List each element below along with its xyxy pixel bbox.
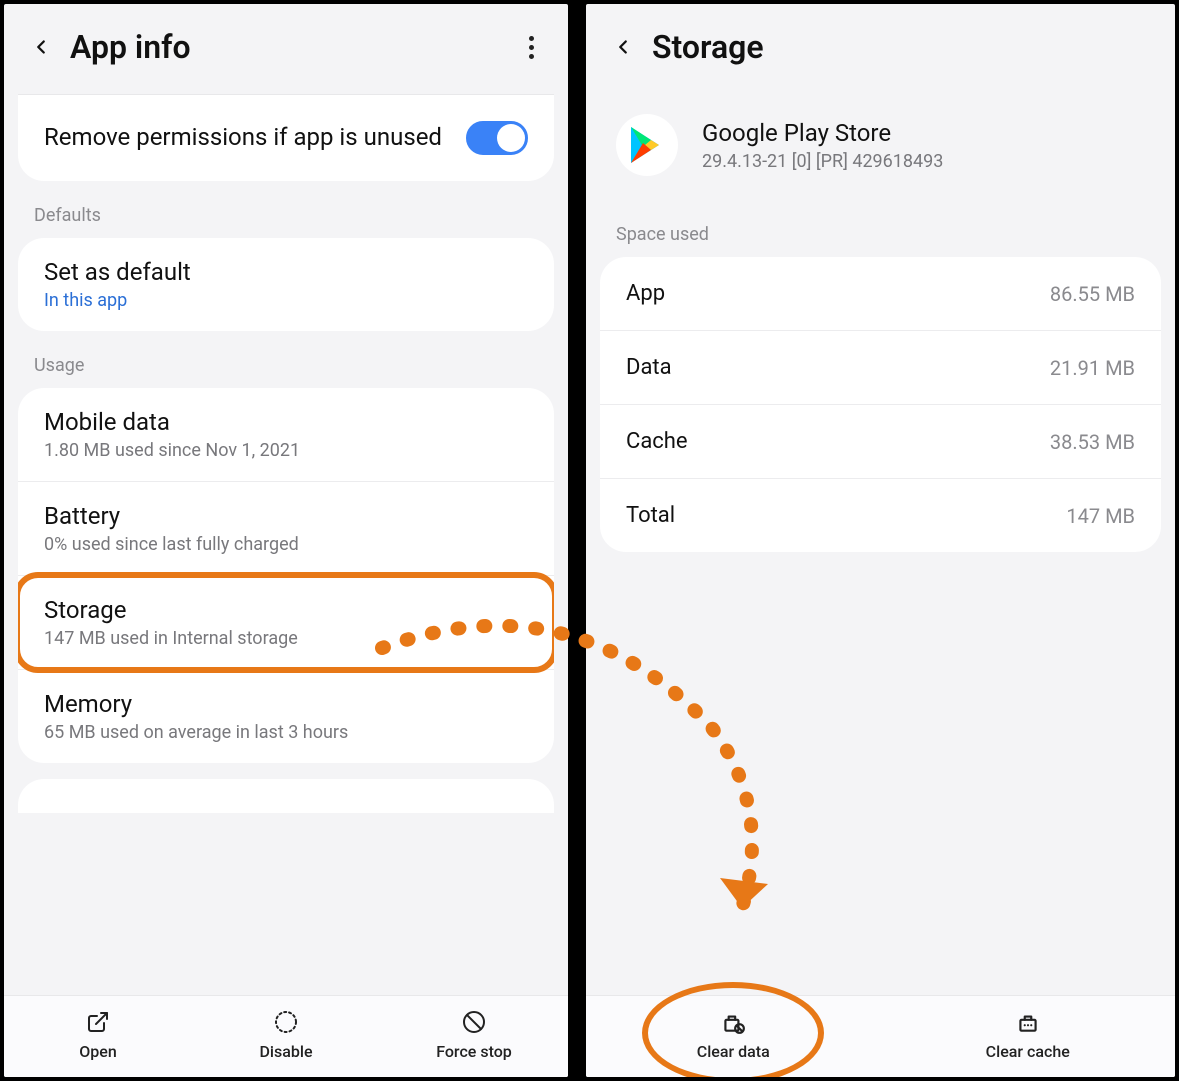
memory-row[interactable]: Memory 65 MB used on average in last 3 h… bbox=[18, 670, 554, 763]
more-icon[interactable] bbox=[514, 30, 548, 64]
force-stop-button[interactable]: Force stop bbox=[380, 1008, 568, 1061]
space-cache-label: Cache bbox=[626, 429, 688, 454]
remove-permissions-label: Remove permissions if app is unused bbox=[44, 122, 466, 153]
clear-cache-label: Clear cache bbox=[986, 1042, 1070, 1061]
disable-icon bbox=[272, 1008, 300, 1036]
memory-sub: 65 MB used on average in last 3 hours bbox=[44, 722, 528, 743]
app-name: Google Play Store bbox=[702, 119, 943, 147]
clear-data-button[interactable]: Clear data bbox=[586, 1008, 881, 1061]
disable-label: Disable bbox=[259, 1042, 312, 1061]
section-usage: Usage bbox=[4, 347, 568, 388]
mobile-data-row[interactable]: Mobile data 1.80 MB used since Nov 1, 20… bbox=[18, 388, 554, 482]
space-total-value: 147 MB bbox=[1066, 504, 1135, 528]
battery-title: Battery bbox=[44, 502, 528, 530]
space-used-card: App 86.55 MB Data 21.91 MB Cache 38.53 M… bbox=[600, 257, 1161, 552]
open-label: Open bbox=[79, 1042, 117, 1061]
storage-row[interactable]: Storage 147 MB used in Internal storage bbox=[18, 576, 554, 670]
app-version: 29.4.13-21 [0] [PR] 429618493 bbox=[702, 151, 943, 172]
remove-permissions-row[interactable]: Remove permissions if app is unused bbox=[18, 95, 554, 181]
space-app-label: App bbox=[626, 281, 665, 306]
space-total-label: Total bbox=[626, 503, 675, 528]
space-cache-value: 38.53 MB bbox=[1050, 430, 1135, 454]
permissions-card: Remove permissions if app is unused bbox=[18, 94, 554, 181]
battery-sub: 0% used since last fully charged bbox=[44, 534, 528, 555]
memory-title: Memory bbox=[44, 690, 528, 718]
app-header-block: Google Play Store 29.4.13-21 [0] [PR] 42… bbox=[586, 94, 1175, 216]
usage-card: Mobile data 1.80 MB used since Nov 1, 20… bbox=[18, 388, 554, 763]
storage-title: Storage bbox=[44, 596, 528, 624]
space-app-value: 86.55 MB bbox=[1050, 282, 1135, 306]
space-total-row: Total 147 MB bbox=[600, 479, 1161, 552]
force-stop-label: Force stop bbox=[436, 1042, 512, 1061]
open-button[interactable]: Open bbox=[4, 1008, 192, 1061]
section-space-used: Space used bbox=[586, 216, 1175, 257]
set-as-default-title: Set as default bbox=[44, 258, 528, 286]
mobile-data-title: Mobile data bbox=[44, 408, 528, 436]
back-icon[interactable] bbox=[606, 30, 640, 64]
mobile-data-sub: 1.80 MB used since Nov 1, 2021 bbox=[44, 440, 528, 461]
header: Storage bbox=[586, 4, 1175, 94]
storage-screen: Storage Google Play Store 29.4.13-21 [0]… bbox=[586, 4, 1175, 1077]
remove-permissions-toggle[interactable] bbox=[466, 121, 528, 155]
header: App info bbox=[4, 4, 568, 94]
app-header-text: Google Play Store 29.4.13-21 [0] [PR] 42… bbox=[702, 119, 943, 172]
bottom-bar: Clear data Clear cache bbox=[586, 995, 1175, 1077]
battery-row[interactable]: Battery 0% used since last fully charged bbox=[18, 482, 554, 576]
storage-sub: 147 MB used in Internal storage bbox=[44, 628, 528, 649]
space-data-row: Data 21.91 MB bbox=[600, 331, 1161, 405]
clear-data-label: Clear data bbox=[697, 1042, 770, 1061]
defaults-card: Set as default In this app bbox=[18, 238, 554, 331]
section-defaults: Defaults bbox=[4, 197, 568, 238]
space-cache-row: Cache 38.53 MB bbox=[600, 405, 1161, 479]
clear-data-icon bbox=[719, 1008, 747, 1036]
page-title: Storage bbox=[652, 28, 1155, 66]
space-data-value: 21.91 MB bbox=[1050, 356, 1135, 380]
app-info-screen: App info Remove permissions if app is un… bbox=[4, 4, 568, 1077]
cutoff-row bbox=[18, 779, 554, 813]
clear-cache-button[interactable]: Clear cache bbox=[881, 1008, 1176, 1061]
force-stop-icon bbox=[460, 1008, 488, 1036]
space-data-label: Data bbox=[626, 355, 672, 380]
clear-cache-icon bbox=[1014, 1008, 1042, 1036]
disable-button[interactable]: Disable bbox=[192, 1008, 380, 1061]
page-title: App info bbox=[70, 28, 514, 66]
space-app-row: App 86.55 MB bbox=[600, 257, 1161, 331]
bottom-bar: Open Disable Force stop bbox=[4, 995, 568, 1077]
set-as-default-row[interactable]: Set as default In this app bbox=[18, 238, 554, 331]
back-icon[interactable] bbox=[24, 30, 58, 64]
open-icon bbox=[84, 1008, 112, 1036]
play-store-icon bbox=[616, 114, 678, 176]
set-as-default-sub: In this app bbox=[44, 290, 528, 311]
